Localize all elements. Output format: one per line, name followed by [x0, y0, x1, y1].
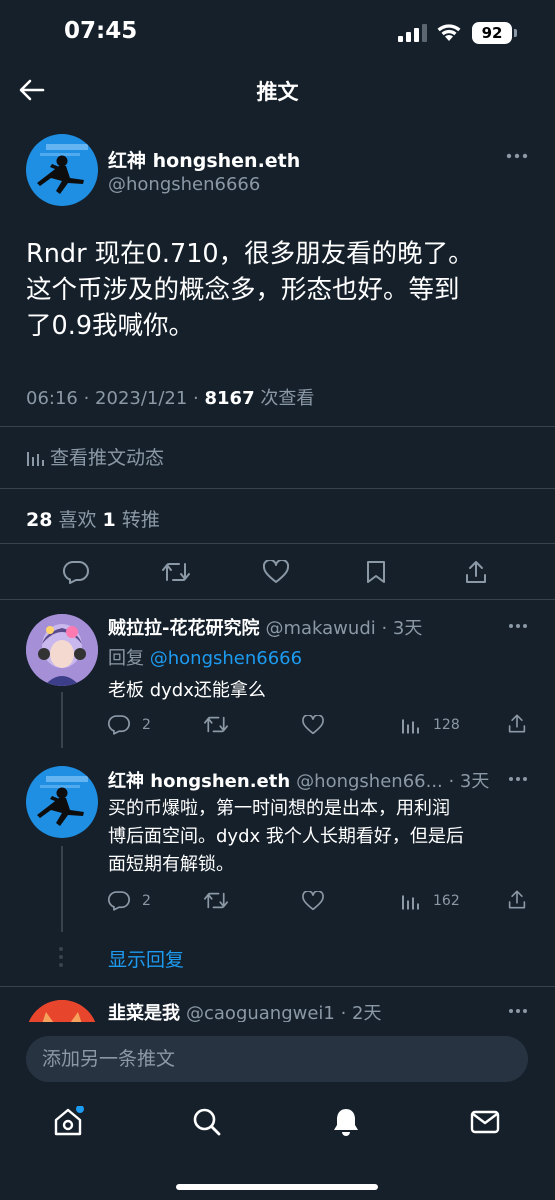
retweet-button[interactable]: [158, 554, 194, 590]
heart-icon[interactable]: [302, 715, 324, 735]
avatar[interactable]: [26, 766, 98, 838]
divider: [0, 426, 555, 427]
activity-label: 查看推文动态: [50, 447, 165, 469]
tab-messages[interactable]: [467, 1104, 503, 1140]
thread-dots: [59, 947, 63, 967]
more-options-icon[interactable]: [508, 623, 528, 629]
retweets-label: 转推: [115, 509, 160, 531]
compose-input[interactable]: 添加另一条推文: [26, 1036, 528, 1082]
likes-count: 28: [26, 509, 53, 531]
avatar-figure-icon: [37, 776, 88, 826]
tweet-activity-link[interactable]: 查看推文动态: [26, 443, 164, 470]
reply-button[interactable]: [58, 554, 94, 590]
more-options-icon[interactable]: [508, 776, 528, 782]
signal-icon: [398, 24, 427, 42]
tweet-meta: 06:16 · 2023/1/21 · 8167 次查看: [26, 384, 314, 410]
reply-to-line: 回复 @hongshen6666: [108, 644, 302, 670]
avatar[interactable]: [26, 614, 98, 686]
divider: [0, 986, 555, 987]
search-icon: [193, 1108, 221, 1136]
home-indicator: [176, 1184, 378, 1190]
share-icon[interactable]: [508, 889, 526, 910]
tweet-text-line: Rndr 现在0.710，很多朋友看的晚了。: [26, 239, 474, 269]
reply-text-line: 买的币爆啦，第一时间想的是出本，用利润: [108, 798, 450, 819]
reply-time: · 2天: [334, 1003, 382, 1024]
analytics-icon[interactable]: [401, 715, 421, 734]
reply-header: 红神 hongshen.eth @hongshen66... · 3天: [108, 767, 489, 793]
reply-author-name[interactable]: 贼拉拉-花花研究院: [108, 618, 259, 639]
bookmark-button[interactable]: [358, 554, 394, 590]
like-button[interactable]: [258, 554, 294, 590]
heart-icon: [263, 560, 289, 583]
reply-header: 贼拉拉-花花研究院 @makawudi · 3天: [108, 614, 422, 640]
tab-notifications[interactable]: [328, 1104, 364, 1140]
heart-icon[interactable]: [302, 891, 324, 911]
more-options-icon[interactable]: [506, 153, 528, 159]
page-title: 推文: [256, 80, 299, 104]
divider: [0, 543, 555, 544]
bell-icon: [334, 1109, 358, 1136]
reply-author-handle[interactable]: @hongshen66...: [296, 771, 443, 792]
retweets-count: 1: [102, 509, 116, 531]
tweet-text-line: 这个币涉及的概念多，形态也好。等到: [26, 275, 460, 305]
reply-author-handle[interactable]: @makawudi: [265, 618, 375, 639]
reply-icon[interactable]: [108, 714, 130, 735]
thread-line: [61, 846, 63, 932]
view-count: 128: [433, 717, 460, 733]
reply-count: 2: [142, 717, 151, 733]
status-time: 07:45: [64, 18, 138, 44]
tab-home[interactable]: [50, 1104, 86, 1140]
home-icon: [54, 1106, 84, 1136]
avatar-anime-icon: [26, 614, 98, 686]
author-name[interactable]: 红神 hongshen.eth: [108, 146, 300, 173]
reply-text-line: 面短期有解锁。: [108, 854, 234, 875]
tweet-timestamp: 06:16 · 2023/1/21 ·: [26, 388, 205, 409]
divider: [0, 599, 555, 600]
share-button[interactable]: [458, 554, 494, 590]
show-replies-link[interactable]: 显示回复: [108, 945, 184, 972]
reply-text: 老板 dydx还能拿么: [108, 680, 266, 701]
reply-count: 2: [142, 893, 151, 909]
share-icon[interactable]: [508, 713, 526, 734]
reply-to-label: 回复: [108, 648, 150, 669]
view-label: 次查看: [254, 388, 315, 409]
tab-search[interactable]: [189, 1104, 225, 1140]
reply-time: · 3天: [375, 618, 423, 639]
analytics-icon[interactable]: [401, 891, 421, 910]
wifi-icon: [437, 24, 461, 41]
more-options-icon[interactable]: [508, 1008, 528, 1014]
reply-author-handle[interactable]: @caoguangwei1: [186, 1003, 335, 1024]
author-handle[interactable]: @hongshen6666: [108, 174, 260, 195]
bookmark-icon: [367, 561, 385, 583]
reply-text-line: 博后面空间。dydx 我个人长期看好，但是后: [108, 826, 464, 847]
retweet-icon[interactable]: [204, 715, 228, 734]
mail-icon: [470, 1110, 500, 1134]
avatar[interactable]: [26, 134, 98, 206]
tweet-stats[interactable]: 28 喜欢 1 转推: [26, 505, 160, 532]
reply-author-name[interactable]: 韭菜是我: [108, 1003, 180, 1024]
tweet-text: Rndr 现在0.710，很多朋友看的晚了。 这个币涉及的概念多，形态也好。等到…: [26, 236, 531, 344]
analytics-icon: [27, 452, 44, 466]
thread-line: [61, 692, 63, 748]
avatar-figure-icon: [37, 144, 88, 194]
reply-icon: [63, 560, 89, 584]
reply-author-name[interactable]: 红神 hongshen.eth: [108, 771, 290, 792]
likes-label: 喜欢: [52, 509, 103, 531]
view-count: 8167: [204, 388, 255, 409]
reply-time: · 3天: [442, 771, 490, 792]
retweet-icon: [162, 563, 190, 581]
retweet-icon[interactable]: [204, 891, 228, 910]
battery-nub: [514, 29, 517, 37]
divider: [0, 488, 555, 489]
reply-to-mention[interactable]: @hongshen6666: [150, 648, 302, 669]
tweet-text-line: 了0.9我喊你。: [26, 311, 195, 341]
reply-icon[interactable]: [108, 890, 130, 911]
view-count: 162: [433, 893, 460, 909]
reply-text: 买的币爆啦，第一时间想的是出本，用利润 博后面空间。dydx 我个人长期看好，但…: [108, 795, 533, 879]
battery-indicator: 92: [472, 22, 512, 44]
share-icon: [466, 561, 486, 583]
